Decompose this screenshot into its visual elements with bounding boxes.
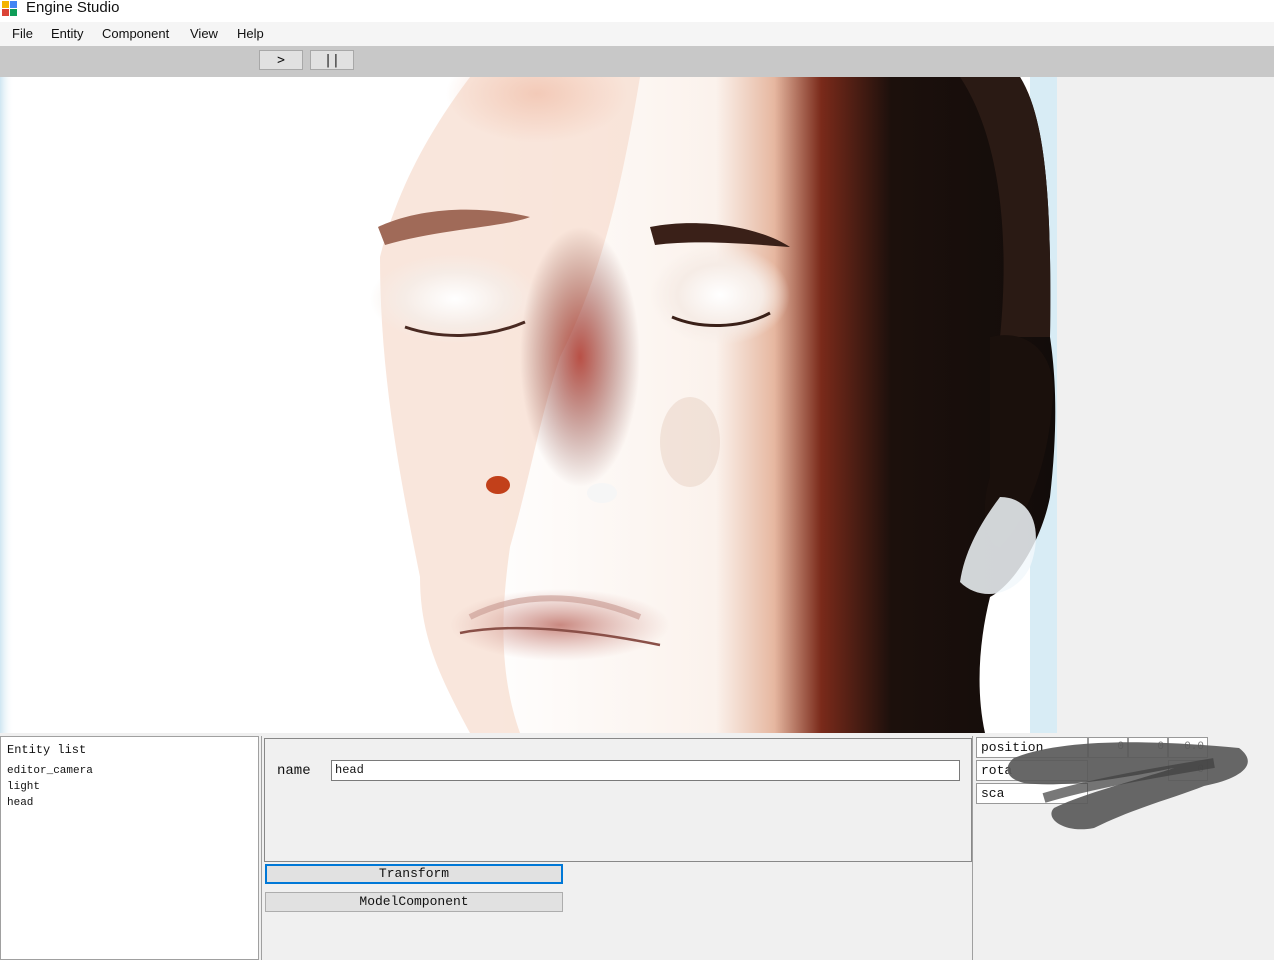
- window-title: Engine Studio: [26, 0, 120, 16]
- name-label: name: [277, 763, 311, 779]
- menu-component[interactable]: Component: [102, 26, 169, 41]
- menu-help[interactable]: Help: [237, 26, 264, 41]
- entity-item-editor-camera[interactable]: editor_camera: [7, 765, 93, 777]
- rendered-head-image: [0, 77, 1057, 733]
- menu-file[interactable]: File: [12, 26, 33, 41]
- menu-view[interactable]: View: [190, 26, 218, 41]
- viewport-side-area: [1057, 77, 1274, 733]
- entity-item-light[interactable]: light: [7, 781, 40, 793]
- transform-panel: position 0 0 0.0 rota 0 sca: [974, 736, 1274, 960]
- name-group: name head: [264, 738, 972, 862]
- transform-component-button[interactable]: Transform: [265, 864, 563, 884]
- menu-entity[interactable]: Entity: [51, 26, 84, 41]
- entity-list-title: Entity list: [7, 743, 87, 757]
- name-field[interactable]: head: [331, 760, 960, 781]
- app-icon: [2, 1, 17, 16]
- redaction-mark: [1007, 742, 1248, 830]
- toolbar: > ||: [0, 46, 1274, 77]
- play-button[interactable]: >: [259, 50, 303, 70]
- model-component-button[interactable]: ModelComponent: [265, 892, 563, 912]
- properties-panel: name head Transform ModelComponent: [261, 736, 973, 960]
- menu-bar: File Entity Component View Help: [0, 22, 1274, 46]
- entity-item-head[interactable]: head: [7, 797, 33, 809]
- title-bar: Engine Studio: [0, 0, 1274, 22]
- scene-viewport[interactable]: [0, 77, 1057, 733]
- pause-button[interactable]: ||: [310, 50, 354, 70]
- entity-list-panel: Entity list editor_camera light head: [0, 736, 259, 960]
